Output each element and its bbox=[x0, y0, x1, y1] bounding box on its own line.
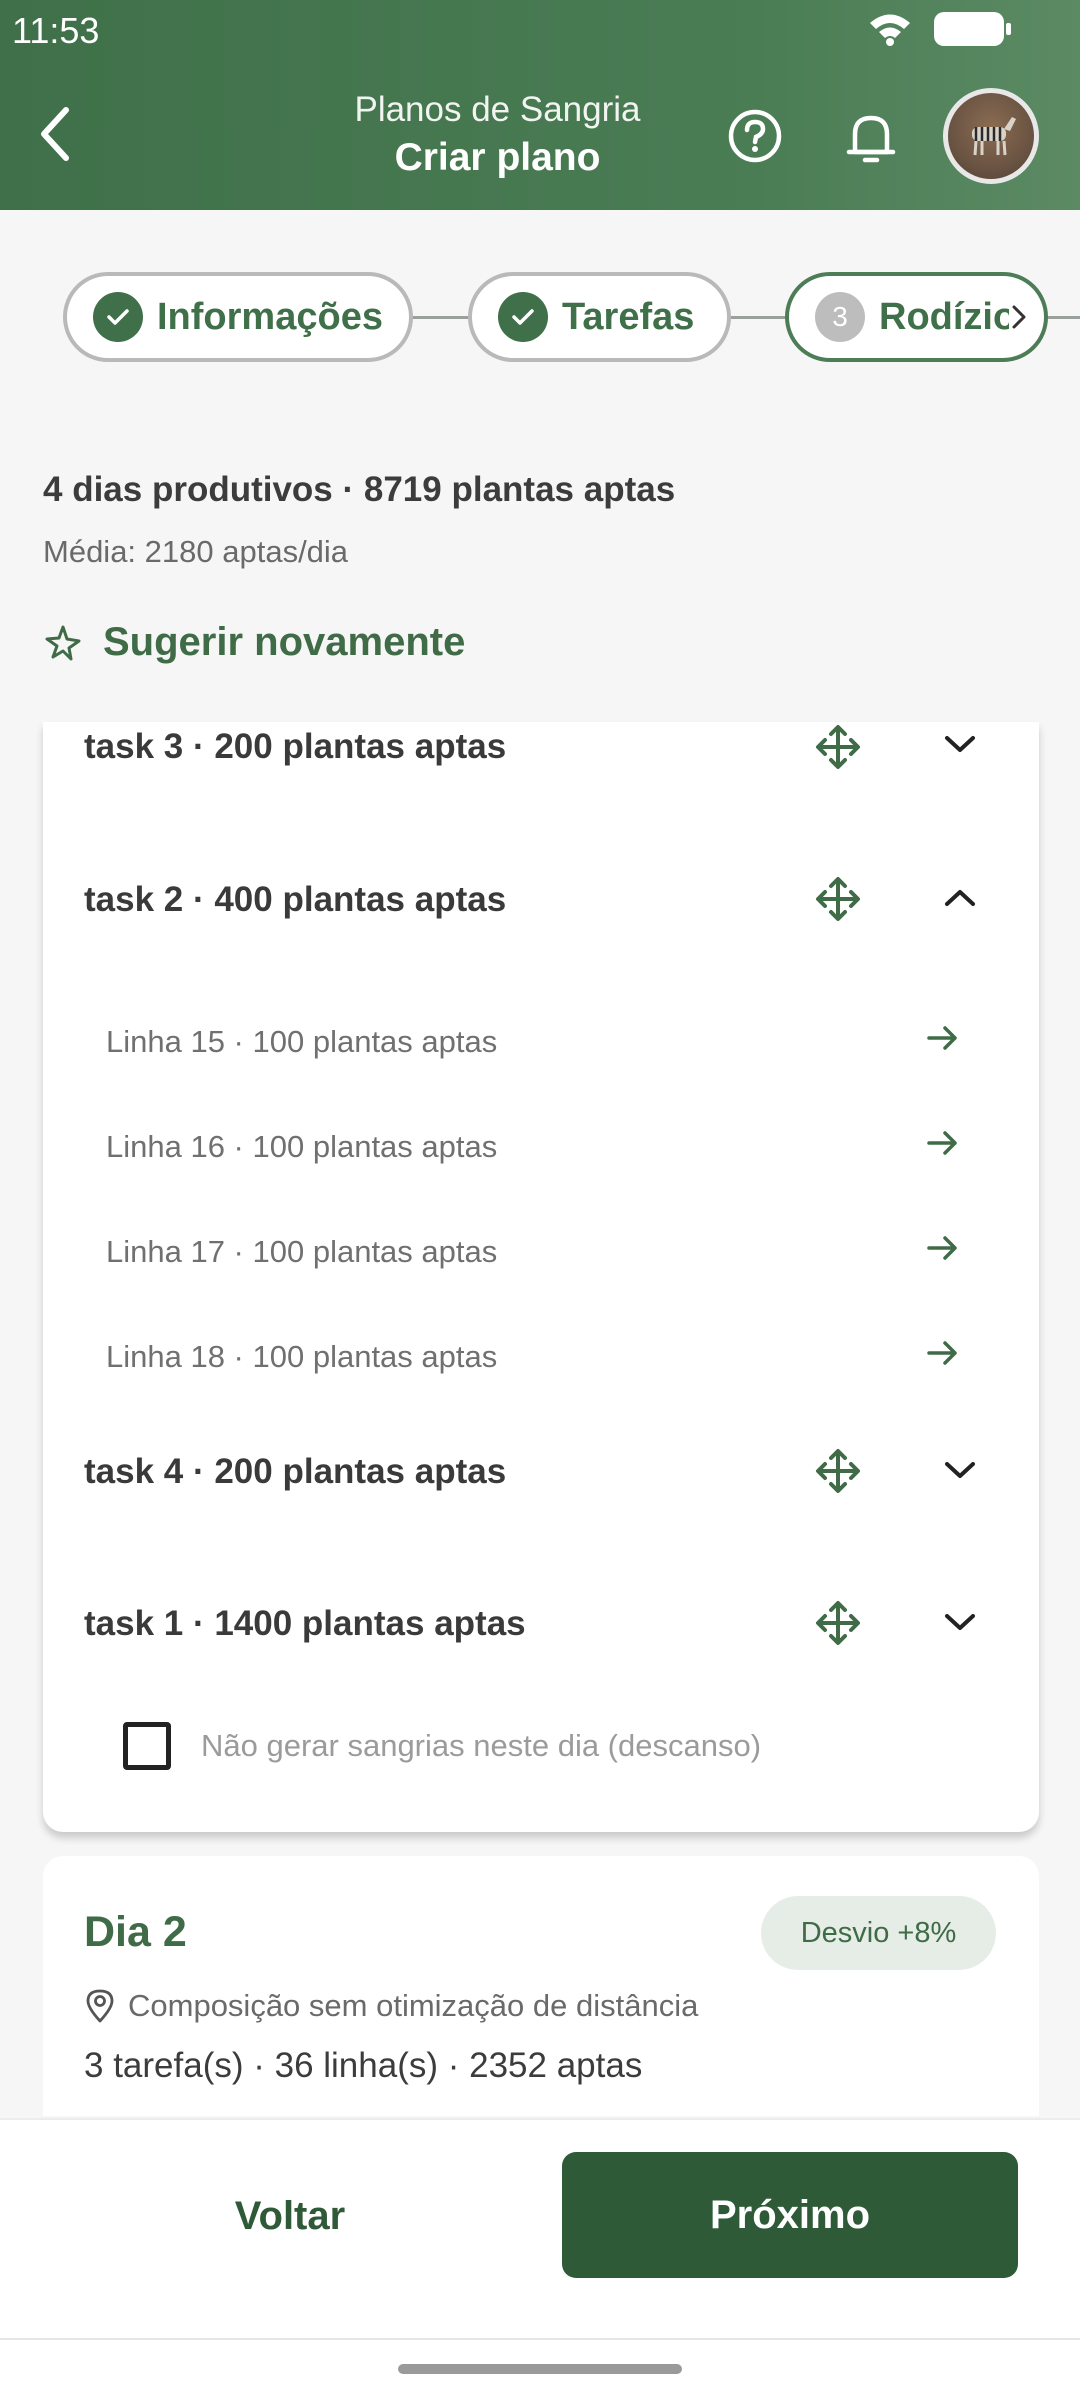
step-rodizio[interactable]: 3 Rodízio bbox=[785, 272, 1048, 362]
back-arrow-icon[interactable] bbox=[32, 102, 82, 166]
rest-day-option[interactable]: Não gerar sangrias neste dia (descanso) bbox=[123, 1722, 761, 1770]
home-indicator[interactable] bbox=[398, 2364, 682, 2374]
header-subtitle: Planos de Sangria bbox=[354, 90, 641, 129]
line-row[interactable]: Linha 18 · 100 plantas aptas bbox=[43, 1317, 1039, 1397]
task-label: task 4 · 200 plantas aptas bbox=[84, 1452, 507, 1491]
zebra-avatar-icon bbox=[972, 117, 1016, 156]
suggest-label: Sugerir novamente bbox=[103, 620, 466, 664]
step-informacoes[interactable]: Informações bbox=[63, 272, 413, 362]
arrow-right-icon[interactable] bbox=[923, 1228, 963, 1268]
line-label: Linha 18 · 100 plantas aptas bbox=[106, 1339, 498, 1374]
back-button[interactable]: Voltar bbox=[90, 2154, 490, 2278]
task-label: task 2 · 400 plantas aptas bbox=[84, 880, 507, 919]
avatar[interactable] bbox=[943, 88, 1039, 184]
app-header: 11:53 Planos de Sangria Criar plano bbox=[0, 0, 1080, 210]
chevron-down-icon[interactable] bbox=[943, 1458, 977, 1482]
drag-move-icon[interactable] bbox=[815, 1600, 861, 1646]
task-label: task 1 · 1400 plantas aptas bbox=[84, 1604, 526, 1643]
day-title: Dia 2 bbox=[84, 1908, 187, 1956]
plan-summary: 4 dias produtivos · 8719 plantas aptas bbox=[43, 470, 676, 509]
line-label: Linha 16 · 100 plantas aptas bbox=[106, 1129, 498, 1164]
suggest-again-button[interactable]: Sugerir novamente bbox=[43, 620, 465, 665]
help-icon[interactable] bbox=[727, 108, 783, 164]
step-label: Rodízio bbox=[879, 295, 1009, 338]
page-title: Criar plano bbox=[394, 136, 601, 179]
step-number: 3 bbox=[815, 292, 865, 342]
task-row[interactable]: task 3 · 200 plantas aptas bbox=[43, 722, 1039, 822]
chevron-down-icon[interactable] bbox=[943, 732, 977, 756]
plan-average: Média: 2180 aptas/dia bbox=[43, 534, 349, 569]
chevron-up-icon[interactable] bbox=[943, 886, 977, 910]
stepper: Informações Tarefas 3 Rodízio bbox=[0, 272, 1080, 364]
status-time: 11:53 bbox=[12, 10, 100, 51]
line-row[interactable]: Linha 15 · 100 plantas aptas bbox=[43, 1002, 1039, 1082]
step-connector bbox=[1046, 316, 1080, 319]
chevron-down-icon[interactable] bbox=[943, 1610, 977, 1634]
check-icon bbox=[498, 292, 548, 342]
next-button[interactable]: Próximo bbox=[562, 2152, 1018, 2278]
header-titles: Planos de Sangria Criar plano bbox=[300, 90, 695, 180]
day-card[interactable]: Dia 2 Desvio +8% Composição sem otimizaç… bbox=[43, 1856, 1039, 2116]
drag-move-icon[interactable] bbox=[815, 724, 861, 770]
rest-day-checkbox[interactable] bbox=[123, 1722, 171, 1770]
line-row[interactable]: Linha 16 · 100 plantas aptas bbox=[43, 1107, 1039, 1187]
line-label: Linha 15 · 100 plantas aptas bbox=[106, 1024, 498, 1059]
arrow-right-icon[interactable] bbox=[923, 1018, 963, 1058]
bell-icon[interactable] bbox=[843, 108, 899, 168]
step-label: Tarefas bbox=[562, 295, 695, 338]
line-row[interactable]: Linha 17 · 100 plantas aptas bbox=[43, 1212, 1039, 1292]
location-pin-icon bbox=[86, 1989, 114, 2023]
task-row[interactable]: task 4 · 200 plantas aptas bbox=[43, 1432, 1039, 1532]
task-label: task 3 · 200 plantas aptas bbox=[84, 727, 507, 766]
task-row[interactable]: task 1 · 1400 plantas aptas bbox=[43, 1584, 1039, 1684]
arrow-right-icon[interactable] bbox=[923, 1333, 963, 1373]
step-label: Informações bbox=[157, 295, 383, 338]
divider bbox=[0, 2338, 1080, 2340]
drag-move-icon[interactable] bbox=[815, 876, 861, 922]
drag-move-icon[interactable] bbox=[815, 1448, 861, 1494]
composition-label: Composição sem otimização de distância bbox=[128, 1988, 699, 2023]
deviation-badge: Desvio +8% bbox=[761, 1896, 996, 1970]
wifi-icon bbox=[870, 14, 910, 46]
composition-info: Composição sem otimização de distância bbox=[84, 1988, 698, 2024]
check-icon bbox=[93, 292, 143, 342]
day-counts: 3 tarefa(s) · 36 linha(s) · 2352 aptas bbox=[84, 2046, 643, 2085]
rest-day-label: Não gerar sangrias neste dia (descanso) bbox=[201, 1728, 762, 1763]
arrow-right-icon[interactable] bbox=[923, 1123, 963, 1163]
line-label: Linha 17 · 100 plantas aptas bbox=[106, 1234, 498, 1269]
task-row[interactable]: task 2 · 400 plantas aptas bbox=[43, 862, 1039, 962]
magic-sparkle-icon bbox=[45, 625, 81, 660]
step-tarefas[interactable]: Tarefas bbox=[468, 272, 731, 362]
step-connector bbox=[728, 316, 788, 319]
bottom-action-bar: Voltar Próximo bbox=[0, 2118, 1080, 2400]
chevron-right-icon bbox=[1012, 305, 1026, 329]
battery-icon bbox=[934, 12, 1011, 46]
status-icons bbox=[868, 12, 1011, 46]
step-connector bbox=[410, 316, 472, 319]
day-card: task 3 · 200 plantas aptas task 2 · 400 … bbox=[43, 722, 1039, 1832]
